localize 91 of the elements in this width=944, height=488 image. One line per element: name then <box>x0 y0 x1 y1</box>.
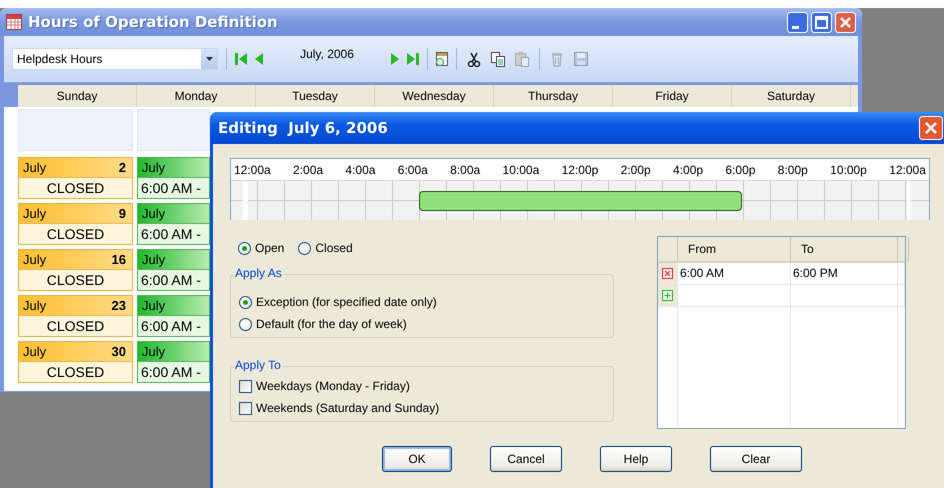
time-label: 6:00p <box>725 162 756 176</box>
dialog-title: Editing July 6, 2006 <box>218 119 389 137</box>
hours-text: 6:00 AM - <box>140 271 202 290</box>
day-number: 16 <box>112 252 126 267</box>
group-title: Apply To <box>233 358 283 372</box>
delete-row-icon[interactable] <box>662 268 673 279</box>
month-label: July <box>142 206 166 221</box>
column-header: To <box>791 237 898 261</box>
day-cell[interactable]: July 6:00 AM - <box>137 341 210 383</box>
checkbox[interactable] <box>239 402 252 414</box>
month-label: July, 2006 <box>299 47 355 61</box>
close-icon[interactable] <box>919 116 943 140</box>
maximize-icon[interactable] <box>811 12 832 32</box>
day-cell[interactable]: July 9 CLOSED <box>18 203 133 245</box>
copy-icon[interactable] <box>490 51 506 67</box>
hours-text: CLOSED <box>46 179 106 198</box>
checkbox-label: Weekends (Saturday and Sunday) <box>256 401 440 415</box>
hours-text: 6:00 AM - <box>140 225 202 244</box>
day-number: 23 <box>112 298 126 313</box>
month-label: July <box>23 206 46 221</box>
add-row-icon[interactable] <box>662 290 673 301</box>
month-label: July <box>23 252 46 267</box>
radio-button[interactable] <box>239 318 252 330</box>
dialog-button[interactable]: Clear <box>710 446 802 472</box>
radio-button[interactable] <box>239 296 252 308</box>
close-icon[interactable] <box>835 12 856 32</box>
checkbox-label: Weekdays (Monday - Friday) <box>256 379 410 393</box>
day-number: 9 <box>118 206 126 221</box>
previous-icon[interactable] <box>253 51 265 67</box>
hours-text: 6:00 AM - <box>140 179 202 198</box>
radio-label: Open <box>255 241 284 255</box>
month-label: July <box>23 344 46 359</box>
last-page-icon[interactable] <box>407 51 419 67</box>
time-label: 2:00p <box>620 162 651 176</box>
time-label: 10:00a <box>502 162 540 176</box>
time-label: 12:00a <box>889 162 926 176</box>
month-label: July <box>142 252 166 267</box>
time-label: 10:00p <box>830 162 867 176</box>
day-cell[interactable] <box>18 109 133 151</box>
hours-text: CLOSED <box>46 363 106 382</box>
day-number: 2 <box>118 160 126 175</box>
day-cell[interactable]: July 2 CLOSED <box>18 157 133 199</box>
hours-text: CLOSED <box>46 271 106 290</box>
day-cell[interactable]: July 30 CLOSED <box>18 341 133 383</box>
day-cell[interactable]: July 16 CLOSED <box>18 249 133 291</box>
month-label: July <box>142 160 166 175</box>
time-label: 4:00p <box>673 162 704 176</box>
first-page-icon[interactable] <box>235 51 247 67</box>
month-label: July <box>23 298 46 313</box>
group-title: Apply As <box>233 266 284 280</box>
hours-text: CLOSED <box>46 317 106 336</box>
dropdown-arrow-icon <box>206 57 212 61</box>
time-label: 4:00a <box>345 162 376 176</box>
day-cell[interactable]: July 6:00 AM - <box>137 295 210 337</box>
hours-text: 6:00 AM - <box>140 317 202 336</box>
hours-text: 6:00 AM - <box>140 363 202 382</box>
table-cell: 6:00 PM <box>791 263 898 284</box>
calendar-icon <box>6 14 22 30</box>
schedule-dropdown[interactable]: Helpdesk Hours <box>12 48 218 70</box>
window-title: Hours of Operation Definition <box>28 13 279 31</box>
scissors-icon[interactable] <box>466 51 482 67</box>
month-label: July <box>142 344 166 359</box>
month-label: July <box>23 160 46 175</box>
dialog-button[interactable]: Cancel <box>490 446 562 472</box>
radio-label: Closed <box>315 241 353 255</box>
time-label: 12:00a <box>234 162 271 176</box>
radio-button[interactable] <box>238 242 251 254</box>
radio-button[interactable] <box>298 242 312 254</box>
dialog-button[interactable]: Help <box>600 446 672 472</box>
day-number: 30 <box>112 344 126 359</box>
next-icon[interactable] <box>389 51 401 67</box>
time-label: 6:00a <box>398 162 428 176</box>
calendar-clock-icon[interactable] <box>436 51 448 67</box>
hours-text: CLOSED <box>46 225 106 244</box>
dialog-button[interactable]: OK <box>382 446 452 472</box>
checkbox[interactable] <box>239 380 252 392</box>
radio-label: Exception (for specified date only) <box>256 295 437 309</box>
day-cell[interactable] <box>137 109 210 151</box>
time-label: 2:00a <box>293 162 324 176</box>
time-label: 8:00p <box>778 162 808 176</box>
minimize-icon[interactable] <box>787 12 808 32</box>
day-cell[interactable]: July 6:00 AM - <box>137 203 210 245</box>
time-label: 8:00a <box>450 162 480 176</box>
month-label: July <box>142 298 166 313</box>
radio-label: Default (for the day of week) <box>256 317 407 331</box>
day-cell[interactable]: July 6:00 AM - <box>137 157 210 199</box>
column-header: From <box>678 237 791 261</box>
day-cell[interactable]: July 23 CLOSED <box>18 295 133 337</box>
table-cell: 6:00 AM <box>678 263 791 284</box>
day-cell[interactable]: July 6:00 AM - <box>137 249 210 291</box>
time-label: 12:00p <box>562 162 598 176</box>
